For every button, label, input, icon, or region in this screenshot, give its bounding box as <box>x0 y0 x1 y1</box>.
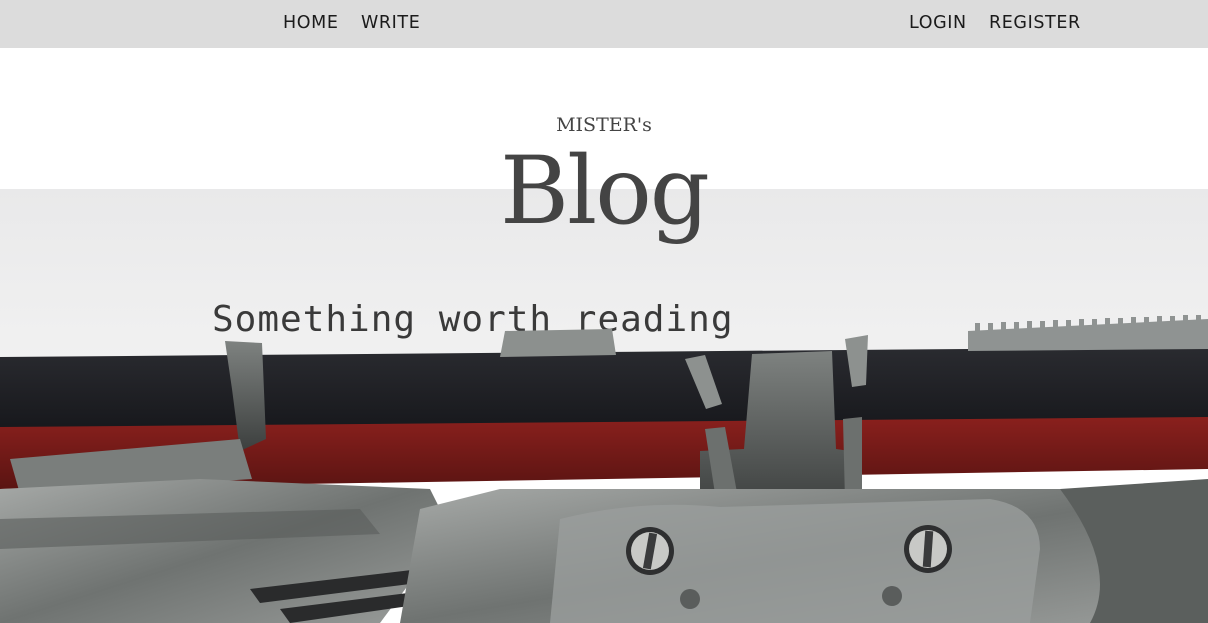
nav-write-link[interactable]: WRITE <box>361 13 420 33</box>
screw-right <box>904 525 952 573</box>
blog-title: Blog <box>500 137 710 246</box>
screw-left <box>626 527 674 575</box>
blog-subtitle: MISTER's <box>556 114 652 136</box>
typed-text: Something worth reading <box>212 299 734 340</box>
nav-home-link[interactable]: HOME <box>283 13 339 33</box>
top-navbar: HOME WRITE LOGIN REGISTER <box>0 0 1208 48</box>
ribbon-black <box>0 347 1208 429</box>
nav-login-link[interactable]: LOGIN <box>909 13 967 33</box>
nav-register-link[interactable]: REGISTER <box>989 13 1081 33</box>
typewriter-illustration: Something worth reading <box>0 189 1208 623</box>
hero-image: Something worth reading <box>0 189 1208 623</box>
